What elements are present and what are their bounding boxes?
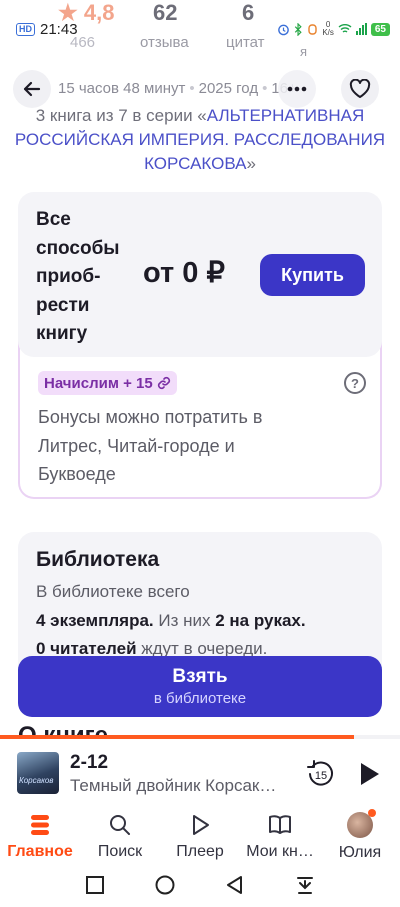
library-text: В библиотеке всего 4 экземпляра. Из них … (36, 578, 376, 664)
nav-item-search[interactable]: Поиск (80, 805, 160, 865)
library-title: Библиотека (36, 548, 160, 571)
search-icon (110, 815, 130, 835)
nav-label-profile: Юлия (338, 844, 382, 861)
heart-icon (349, 79, 371, 98)
buy-button[interactable]: Купить (260, 254, 365, 296)
library-copies: 4 экземпляра. (36, 610, 154, 630)
avatar (347, 809, 376, 838)
hd-indicator: HD (16, 23, 35, 36)
about-heading: О книге (18, 722, 108, 736)
status-bar: HD 21:43 0 K/s 65 (0, 20, 400, 42)
bonus-badge-label: Начислим + 15 (44, 374, 153, 392)
help-icon[interactable]: ? (344, 372, 366, 394)
series-suffix: » (246, 154, 256, 173)
nav-item-player[interactable]: Плеер (160, 805, 240, 865)
player-title: Темный двойник Корсак… (70, 776, 277, 795)
book-page: ★ 4,8 466 62 отзыва 6 цитат я HD 21:43 0… (0, 0, 400, 907)
more-dots-icon (287, 86, 307, 92)
bonus-card: Начислим + 15 ? Бонусы можно потратить в… (18, 340, 382, 499)
play-icon[interactable] (356, 761, 382, 787)
mini-player[interactable]: Корсаков 2-12 Темный двойник Корсак… 15 (0, 735, 400, 805)
series-prefix: 3 книга из 7 в серии « (35, 106, 207, 125)
recent-apps-icon[interactable] (83, 873, 107, 897)
nav-label-player: Плеер (176, 843, 224, 860)
signal-icon (355, 23, 367, 35)
nav-item-profile[interactable]: Юлия (320, 805, 400, 865)
library-line1: В библиотеке всего (36, 582, 190, 601)
bluetooth-icon (295, 22, 302, 36)
alarm-icon (278, 24, 290, 35)
nav-label-my-books: Мои кн… (246, 843, 314, 860)
player-chapter: 2-12 (70, 752, 109, 773)
nav-item-home[interactable]: Главное (0, 805, 80, 865)
home-circle-icon[interactable] (153, 873, 177, 897)
purchase-label: Все способы приоб­рести книгу (36, 209, 120, 344)
back-button[interactable] (13, 70, 51, 108)
take-from-library-button[interactable]: Взять в библиотеке (18, 656, 382, 717)
book-meta: 15 часов 48 минут•2025 год•16+ (58, 80, 297, 97)
bonus-text: Бонусы можно потратить в Литрес, Читай-г… (38, 407, 263, 484)
network-speed-unit: K/s (322, 28, 334, 37)
status-icons: 0 K/s 65 (277, 21, 390, 37)
player-cover[interactable]: Корсаков (17, 752, 59, 794)
link-icon (157, 376, 170, 390)
arrow-left-icon (23, 81, 41, 97)
purchase-card: Все способы приоб­рести книгу от 0 ₽ Куп… (18, 192, 382, 357)
take-button-label: Взять (172, 666, 228, 687)
rewind-seconds: 15 (315, 770, 327, 782)
bottom-navigation: Главное Поиск Плеер Мои кн… Юлия (0, 805, 400, 865)
home-icon (31, 815, 49, 835)
rewind-15-icon[interactable]: 15 (306, 759, 336, 789)
player-progress-bar (0, 735, 354, 739)
series-info: 3 книга из 7 в серии «АЛЬТЕРНАТИВНАЯ РОС… (0, 104, 400, 176)
year: 2025 год (198, 80, 259, 97)
duration: 15 часов 48 минут (58, 80, 186, 97)
nav-label-home: Главное (7, 843, 73, 860)
wifi-icon (338, 24, 352, 33)
meta-separator: • (262, 80, 268, 97)
favorite-button[interactable] (341, 70, 379, 108)
meta-separator: • (189, 80, 195, 97)
status-time: 21:43 (40, 21, 78, 38)
nav-item-my-books[interactable]: Мои кн… (240, 805, 320, 865)
system-navigation (0, 865, 400, 907)
mute-icon (308, 23, 318, 35)
library-middle: Из них (153, 610, 216, 630)
notification-pull-icon[interactable] (293, 873, 317, 897)
play-outline-icon (193, 815, 209, 835)
price: от 0 ₽ (143, 257, 225, 289)
notification-dot (368, 809, 376, 817)
battery-indicator: 65 (370, 22, 390, 36)
back-triangle-icon[interactable] (223, 873, 247, 897)
bonus-badge[interactable]: Начислим + 15 (38, 371, 177, 395)
more-options-button[interactable] (278, 70, 316, 108)
cover-text: Корсаков (19, 776, 54, 785)
top-navigation: 15 часов 48 минут•2025 год•16+ (0, 70, 400, 108)
library-on-hands: 2 на руках. (215, 610, 306, 630)
network-speed: 0 K/s (322, 21, 334, 37)
stat-extra-label: я (300, 44, 308, 59)
take-button-sublabel: в библиотеке (153, 690, 247, 707)
book-icon (269, 815, 291, 834)
nav-label-search: Поиск (97, 843, 143, 860)
